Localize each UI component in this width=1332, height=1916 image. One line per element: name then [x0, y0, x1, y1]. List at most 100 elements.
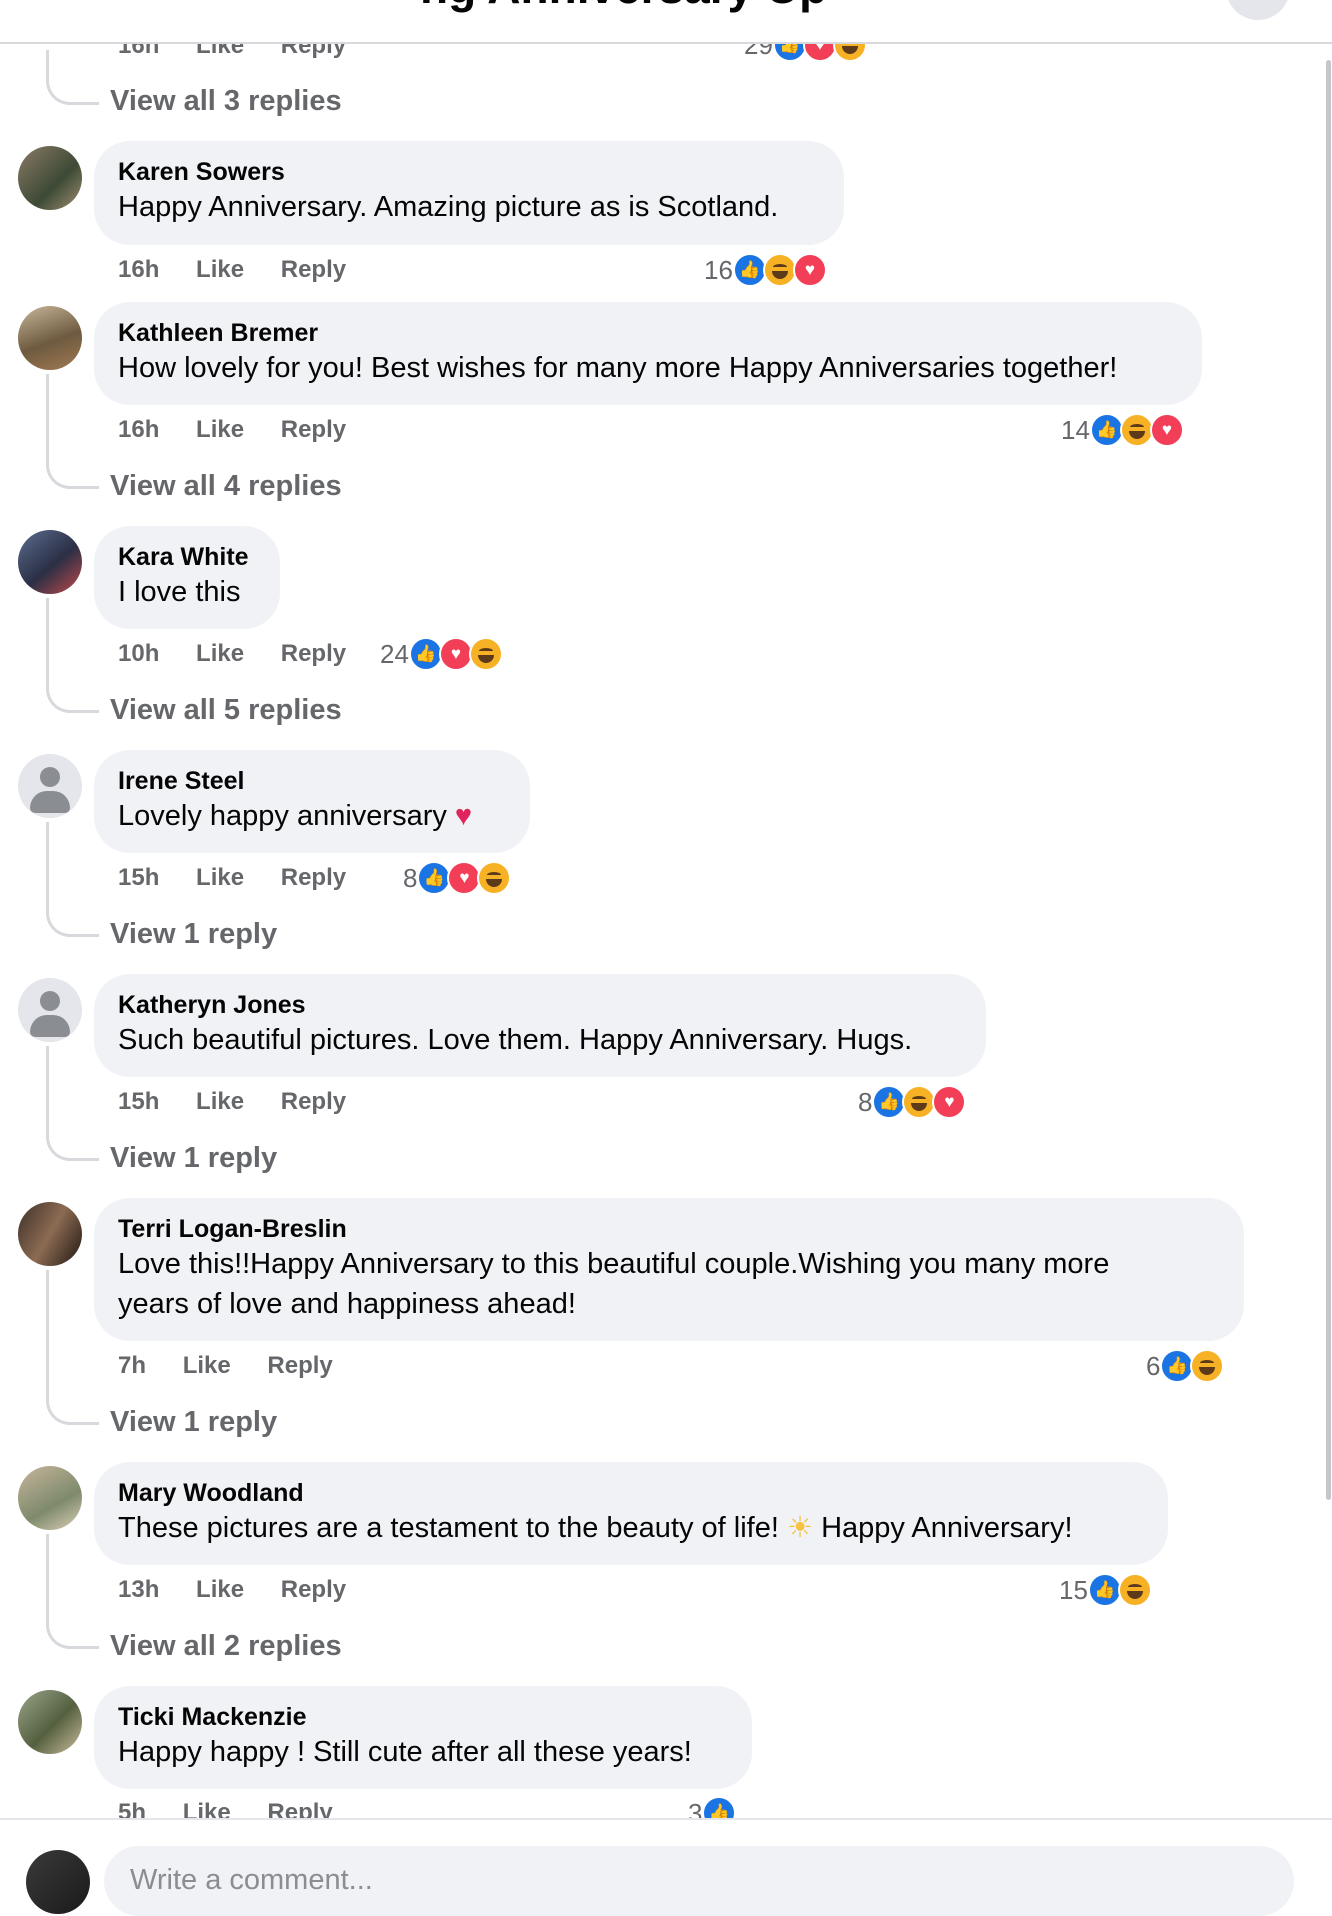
comment-time: 15h [118, 1088, 160, 1115]
like-link[interactable]: Like [196, 416, 244, 443]
reply-link[interactable]: Reply [281, 640, 346, 667]
laughing-face-icon [762, 253, 797, 287]
thread-line [46, 1270, 99, 1425]
comment-text: How lovely for you! Best wishes for many… [118, 352, 1118, 384]
reaction-summary[interactable]: 8 👍 ♥ [858, 1085, 967, 1119]
reaction-count: 16 [704, 255, 733, 285]
thumbs-up-icon: 👍 [1089, 413, 1124, 447]
avatar[interactable] [18, 1466, 82, 1530]
heart-emoji: ♥ [454, 800, 473, 832]
comment-meta: 16h Like Reply [118, 254, 376, 286]
comment-author[interactable]: Katheryn Jones [118, 990, 962, 1020]
default-avatar-icon [40, 767, 60, 787]
comment-time: 16h [118, 256, 160, 283]
reaction-count: 15 [1059, 1575, 1088, 1605]
thumbs-up-icon: 👍 [732, 253, 767, 287]
view-replies-link[interactable]: View 1 reply [110, 1404, 277, 1440]
scrollbar[interactable] [1326, 60, 1331, 1500]
avatar[interactable] [18, 306, 82, 370]
thread-line [46, 374, 99, 489]
thread-line [46, 822, 99, 937]
comment-text: Happy happy ! Still cute after all these… [118, 1736, 692, 1768]
heart-icon: ♥ [932, 1085, 967, 1119]
avatar[interactable] [18, 1202, 82, 1266]
reaction-summary[interactable]: 15 👍 [1059, 1573, 1152, 1607]
comment-input[interactable]: Write a comment... [104, 1846, 1294, 1916]
reply-link[interactable]: Reply [281, 1088, 346, 1115]
comment-time: 7h [118, 1352, 147, 1379]
view-replies-link[interactable]: View all 4 replies [110, 468, 342, 504]
reply-link[interactable]: Reply [281, 256, 346, 283]
comment-meta: 13h Like Reply [118, 1574, 376, 1606]
comment-bubble: Irene Steel Lovely happy anniversary ♥ [94, 750, 530, 853]
comment-time: 15h [118, 864, 160, 891]
thumbs-up-icon: 👍 [417, 861, 452, 895]
reply-link[interactable]: Reply [281, 416, 346, 443]
comment-time: 10h [118, 640, 160, 667]
like-link[interactable]: Like [196, 640, 244, 667]
comment-bubble: Terri Logan-Breslin Love this!!Happy Ann… [94, 1198, 1244, 1341]
reaction-summary[interactable]: 16 👍 ♥ [704, 253, 827, 287]
avatar[interactable] [18, 146, 82, 210]
post-header: ng Anniversary Up [0, 0, 1332, 44]
comment-author[interactable]: Ticki Mackenzie [118, 1702, 728, 1732]
post-title: ng Anniversary Up [420, 0, 827, 14]
comment-author[interactable]: Kathleen Bremer [118, 318, 1178, 348]
comment-bubble: Katheryn Jones Such beautiful pictures. … [94, 974, 986, 1077]
like-link[interactable]: Like [196, 256, 244, 283]
heart-icon: ♥ [447, 861, 482, 895]
comment-meta: 15h Like Reply [118, 1086, 376, 1118]
reaction-summary[interactable]: 14 👍 ♥ [1061, 413, 1184, 447]
comment-text: Happy Anniversary. Amazing picture as is… [118, 191, 779, 223]
like-link[interactable]: Like [183, 1352, 231, 1379]
comment-author[interactable]: Terri Logan-Breslin [118, 1214, 1220, 1244]
view-replies-link[interactable]: View all 3 replies [110, 83, 342, 119]
comment-author[interactable]: Mary Woodland [118, 1478, 1144, 1508]
thread-line [46, 1046, 99, 1161]
like-link[interactable]: Like [196, 1088, 244, 1115]
comment-bubble: Kathleen Bremer How lovely for you! Best… [94, 302, 1202, 405]
comment-bubble: Ticki Mackenzie Happy happy ! Still cute… [94, 1686, 752, 1789]
comment-meta: 15h Like Reply [118, 862, 376, 894]
comment-text: These pictures are a testament to the be… [118, 1512, 1073, 1544]
laughing-face-icon [1119, 413, 1154, 447]
avatar[interactable] [18, 530, 82, 594]
view-replies-link[interactable]: View all 2 replies [110, 1628, 342, 1664]
comment-meta: 10h Like Reply [118, 638, 376, 670]
reaction-summary[interactable]: 24 👍 ♥ [380, 637, 503, 671]
thumbs-up-icon: 👍 [408, 637, 443, 671]
reply-link[interactable]: Reply [267, 1352, 332, 1379]
current-user-avatar [26, 1850, 90, 1914]
avatar[interactable] [18, 754, 82, 818]
comment-time: 13h [118, 1576, 160, 1603]
like-link[interactable]: Like [196, 864, 244, 891]
laughing-face-icon [477, 861, 512, 895]
thumbs-up-icon: 👍 [1160, 1349, 1195, 1383]
comment-author[interactable]: Irene Steel [118, 766, 506, 796]
reaction-summary[interactable]: 6 👍 [1146, 1349, 1225, 1383]
thumbs-up-icon: 👍 [1087, 1573, 1122, 1607]
heart-icon: ♥ [1149, 413, 1184, 447]
reply-link[interactable]: Reply [281, 864, 346, 891]
comment-time: 16h [118, 416, 160, 443]
comment-author[interactable]: Karen Sowers [118, 157, 820, 187]
like-link[interactable]: Like [196, 1576, 244, 1603]
laughing-face-icon [1190, 1349, 1225, 1383]
comment-bubble: Karen Sowers Happy Anniversary. Amazing … [94, 141, 844, 245]
view-replies-link[interactable]: View all 5 replies [110, 692, 342, 728]
reaction-count: 8 [858, 1087, 873, 1117]
comment-bubble: Kara White I love this [94, 526, 280, 629]
reply-link[interactable]: Reply [281, 1576, 346, 1603]
heart-icon: ♥ [438, 637, 473, 671]
avatar[interactable] [18, 1690, 82, 1754]
sun-emoji: ☀ [787, 1512, 813, 1544]
comment-composer: Write a comment... [0, 1818, 1332, 1916]
reaction-summary[interactable]: 8 👍 ♥ [403, 861, 512, 895]
default-avatar-icon [40, 991, 60, 1011]
view-replies-link[interactable]: View 1 reply [110, 916, 277, 952]
avatar[interactable] [18, 978, 82, 1042]
close-button[interactable] [1226, 0, 1290, 20]
comment-author[interactable]: Kara White [118, 542, 256, 572]
thumbs-up-icon: 👍 [872, 1085, 907, 1119]
view-replies-link[interactable]: View 1 reply [110, 1140, 277, 1176]
